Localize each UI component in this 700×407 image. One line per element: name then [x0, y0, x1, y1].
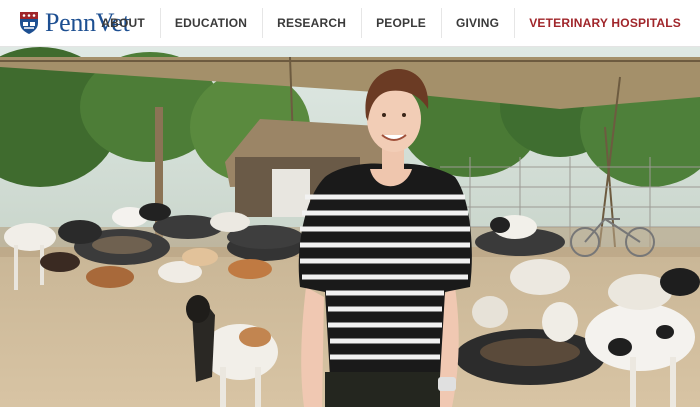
nav-research[interactable]: RESEARCH — [262, 0, 361, 46]
nav-people[interactable]: PEOPLE — [361, 0, 441, 46]
nav-education[interactable]: EDUCATION — [159, 0, 262, 46]
nav-giving[interactable]: GIVING — [440, 0, 514, 46]
nav-veterinary-hospitals[interactable]: VETERINARY HOSPITALS — [514, 0, 700, 46]
hero-photo — [0, 47, 700, 407]
hero-illustration — [0, 47, 700, 407]
site-header: PennVet ABOUT EDUCATION RESEARCH PEOPLE … — [0, 0, 700, 47]
nav-about[interactable]: ABOUT — [86, 0, 160, 46]
penn-shield-icon — [20, 12, 38, 34]
main-nav: ABOUT EDUCATION RESEARCH PEOPLE GIVING V… — [86, 0, 700, 46]
